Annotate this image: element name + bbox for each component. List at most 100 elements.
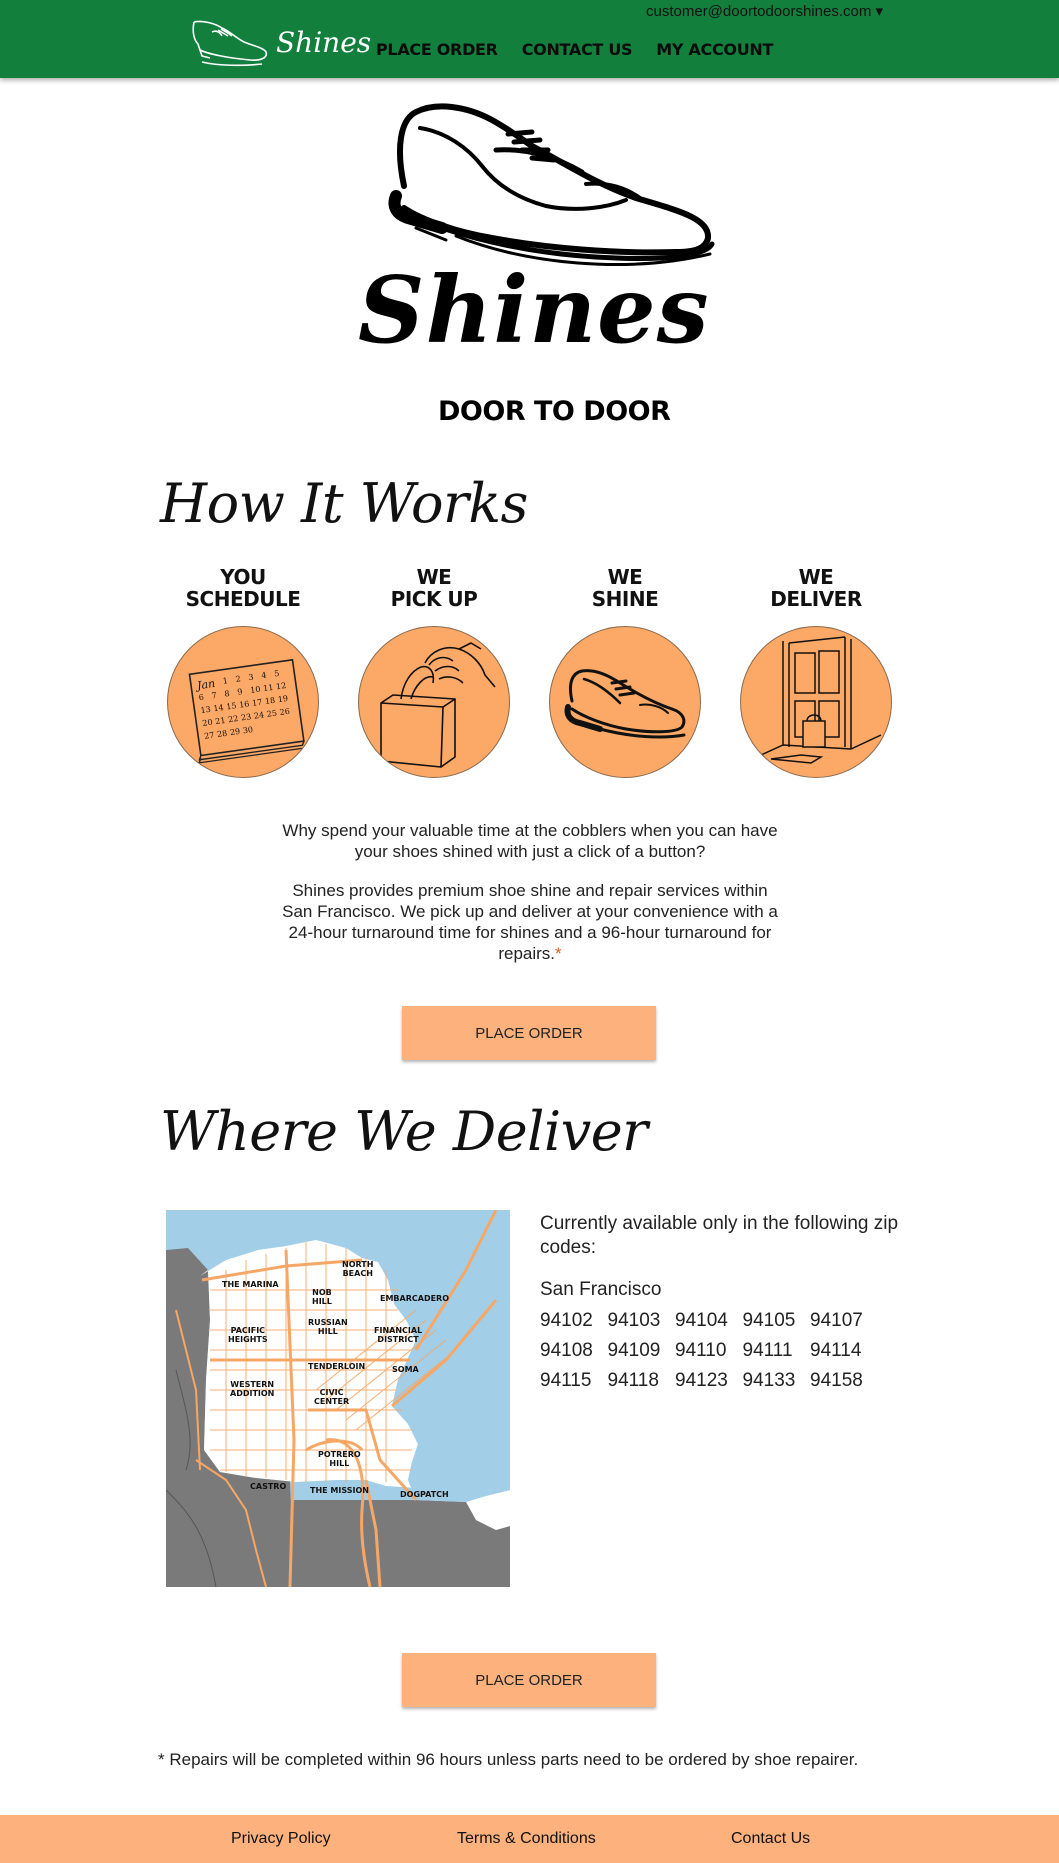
door-delivery-icon — [740, 626, 892, 778]
step-title: YOU SCHEDULE — [167, 566, 319, 610]
zip-intro-text: Currently available only in the followin… — [540, 1213, 899, 1258]
main-nav: PLACE ORDER CONTACT US MY ACCOUNT — [376, 40, 773, 59]
zip-code: 94105 — [742, 1310, 796, 1331]
brand-logo[interactable]: Shines — [188, 18, 371, 68]
shoe-logo-icon — [192, 20, 268, 67]
zip-code: 94110 — [675, 1340, 727, 1361]
footer-privacy-link[interactable]: Privacy Policy — [231, 1830, 331, 1848]
zip-code: 94103 — [607, 1310, 661, 1331]
map-label-russian-hill: RUSSIAN HILL — [308, 1318, 348, 1336]
zip-code-list: 94102 94103 94104 94105 94107 94108 9410… — [540, 1309, 878, 1393]
map-label-tenderloin: TENDERLOIN — [308, 1362, 366, 1371]
step-title: WE PICK UP — [358, 566, 510, 610]
shoe-icon — [549, 626, 701, 778]
map-label-western-addition: WESTERN ADDITION — [230, 1380, 275, 1398]
map-label-marina: THE MARINA — [222, 1280, 279, 1289]
step-title-line2: SCHEDULE — [185, 587, 301, 611]
step-title-line2: SHINE — [591, 587, 659, 611]
services-text: Shines provides premium shoe shine and r… — [282, 881, 778, 963]
footer-contact-link[interactable]: Contact Us — [731, 1830, 810, 1848]
site-footer: Privacy Policy Terms & Conditions Contac… — [0, 1815, 1059, 1863]
calendar-day: 29 — [229, 727, 240, 737]
user-account-menu[interactable]: customer@doortodoorshines.com ▾ — [646, 2, 883, 20]
zip-city-name: San Francisco — [540, 1279, 662, 1300]
repair-footnote: * Repairs will be completed within 96 ho… — [158, 1750, 859, 1769]
step-title: WE DELIVER — [740, 566, 892, 610]
map-label-mission: THE MISSION — [310, 1486, 369, 1495]
repair-asterisk: * — [555, 944, 562, 963]
calendar-day: 23 — [240, 712, 251, 722]
map-label-embarcadero: EMBARCADERO — [380, 1294, 450, 1303]
calendar-day: 13 — [200, 705, 211, 715]
step-title-line1: WE — [416, 565, 452, 589]
zip-code: 94102 — [540, 1310, 593, 1331]
step-deliver: WE DELIVER — [740, 566, 892, 778]
zip-code: 94118 — [607, 1370, 659, 1391]
calendar-day: 27 — [204, 730, 215, 740]
map-label-north-beach: NORTH BEACH — [342, 1260, 374, 1278]
calendar-day: 14 — [213, 703, 224, 713]
step-title-line1: WE — [798, 565, 834, 589]
map-label-dogpatch: DOGPATCH — [400, 1490, 449, 1499]
brand-name: Shines — [276, 26, 372, 59]
hero-subtitle: DOOR TO DOOR — [438, 396, 671, 427]
top-navbar: customer@doortodoorshines.com ▾ Shines P… — [0, 0, 1059, 78]
map-label-castro: CASTRO — [250, 1482, 287, 1491]
map-label-pacific-heights: PACIFIC HEIGHTS — [228, 1326, 268, 1344]
intro-paragraph: Why spend your valuable time at the cobb… — [282, 821, 778, 861]
step-title-line1: WE — [607, 565, 643, 589]
delivery-map: THE MARINA NORTH BEACH NOB HILL EMBARCAD… — [166, 1210, 510, 1587]
zip-code: 94111 — [742, 1340, 793, 1361]
step-title-line2: PICK UP — [390, 587, 478, 611]
services-paragraph: Shines provides premium shoe shine and r… — [280, 880, 780, 964]
nav-my-account[interactable]: MY ACCOUNT — [656, 40, 773, 59]
calendar-day: 22 — [228, 714, 239, 724]
calendar-day: 26 — [279, 707, 290, 717]
footer-terms-link[interactable]: Terms & Conditions — [457, 1830, 596, 1848]
step-title-line1: YOU — [220, 565, 266, 589]
step-pick-up: WE PICK UP — [358, 566, 510, 778]
calendar-day: 15 — [226, 701, 237, 711]
calendar-day: 10 — [250, 685, 261, 695]
calendar-day: 20 — [202, 718, 213, 728]
map-label-nob-hill: NOB HILL — [312, 1288, 332, 1306]
step-title: WE SHINE — [549, 566, 701, 610]
map-label-civic-center: CIVIC CENTER — [314, 1388, 350, 1406]
step-shine: WE SHINE — [549, 566, 701, 778]
zip-code: 94108 — [540, 1340, 593, 1361]
calendar-day: 30 — [242, 725, 253, 735]
calendar-day: 11 — [263, 683, 274, 693]
place-order-button[interactable]: PLACE ORDER — [402, 1006, 656, 1060]
zip-code: 94123 — [675, 1370, 728, 1391]
calendar-day: 19 — [277, 694, 288, 704]
calendar-day: 12 — [275, 681, 286, 691]
zip-code: 94115 — [540, 1370, 592, 1391]
map-label-potrero-hill: POTRERO HILL — [318, 1450, 361, 1468]
map-label-soma: SOMA — [392, 1365, 419, 1374]
calendar-day: 16 — [239, 699, 250, 709]
step-title-line2: DELIVER — [770, 587, 862, 611]
calendar-day: 28 — [217, 729, 228, 739]
where-we-deliver-heading: Where We Deliver — [160, 1100, 648, 1163]
calendar-day: 17 — [252, 697, 263, 707]
zip-code: 94133 — [742, 1370, 796, 1391]
place-order-button-bottom[interactable]: PLACE ORDER — [402, 1653, 656, 1707]
calendar-day: 21 — [215, 716, 226, 726]
zip-code: 94107 — [810, 1310, 863, 1331]
calendar-icon: Jan 1 2 3 4 5 6 7 8 9 10 11 12 13 14 15 16 17 18 19 20 21 22 23… — [167, 626, 319, 778]
zip-code: 94109 — [607, 1340, 661, 1361]
calendar-day: 18 — [264, 696, 275, 706]
bag-pickup-icon — [358, 626, 510, 778]
hero-title: Shines — [358, 256, 710, 364]
nav-contact-us[interactable]: CONTACT US — [522, 40, 633, 59]
nav-place-order[interactable]: PLACE ORDER — [376, 40, 498, 59]
map-label-financial-district: FINANCIAL DISTRICT — [374, 1326, 423, 1344]
calendar-day: 25 — [266, 709, 277, 719]
calendar-month: Jan — [194, 677, 216, 693]
zip-code: 94114 — [810, 1340, 862, 1361]
zip-code: 94158 — [810, 1370, 863, 1391]
zip-code: 94104 — [675, 1310, 728, 1331]
how-it-works-heading: How It Works — [160, 472, 528, 535]
calendar-day: 24 — [253, 710, 264, 720]
step-schedule: YOU SCHEDULE Jan 1 2 3 4 5 6 7 8 9 10 11 12 13 14 15 16 1… — [167, 566, 319, 778]
